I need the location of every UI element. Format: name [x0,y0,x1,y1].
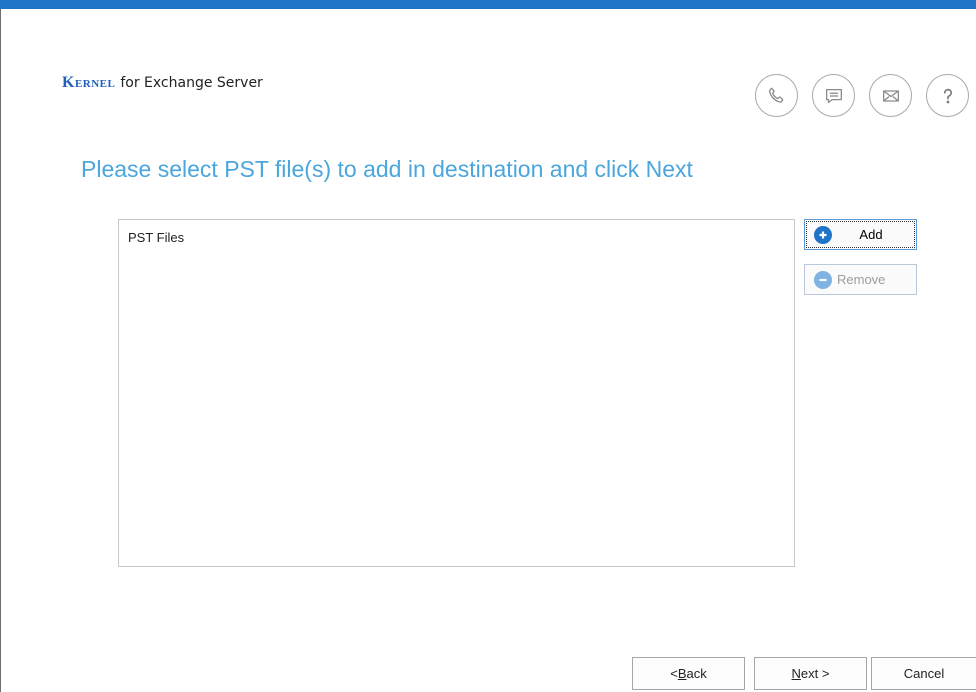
chat-icon[interactable] [812,74,855,117]
back-access-key: B [677,666,687,681]
window-left-border [0,9,1,692]
cancel-button[interactable]: Cancel [871,657,976,690]
add-button[interactable]: Add [804,219,917,250]
title-accent-bar [0,0,976,9]
mail-icon[interactable] [869,74,912,117]
page-heading: Please select PST file(s) to add in dest… [81,156,693,182]
list-column-header: PST Files [128,230,185,245]
add-button-label: Add [859,227,883,242]
phone-icon[interactable] [755,74,798,117]
brand-name: Kernel [62,74,116,91]
next-label-rest: ext > [800,666,830,681]
support-toolbar [755,74,969,117]
product-name: for Exchange Server [120,75,263,91]
remove-button-label: Remove [837,272,886,287]
next-button[interactable]: Next > [754,657,867,690]
back-button[interactable]: < Back [632,657,745,690]
back-label-rest: ack [686,666,707,681]
back-prefix: < [670,666,678,681]
remove-button[interactable]: Remove [804,264,917,295]
minus-circle-icon [814,270,832,289]
plus-circle-icon [814,225,832,244]
cancel-label: Cancel [903,666,945,681]
pst-file-list[interactable]: PST Files [118,219,795,567]
next-access-key: N [791,666,801,681]
product-logo: Kernel for Exchange Server [62,74,263,96]
help-icon[interactable] [926,74,969,117]
